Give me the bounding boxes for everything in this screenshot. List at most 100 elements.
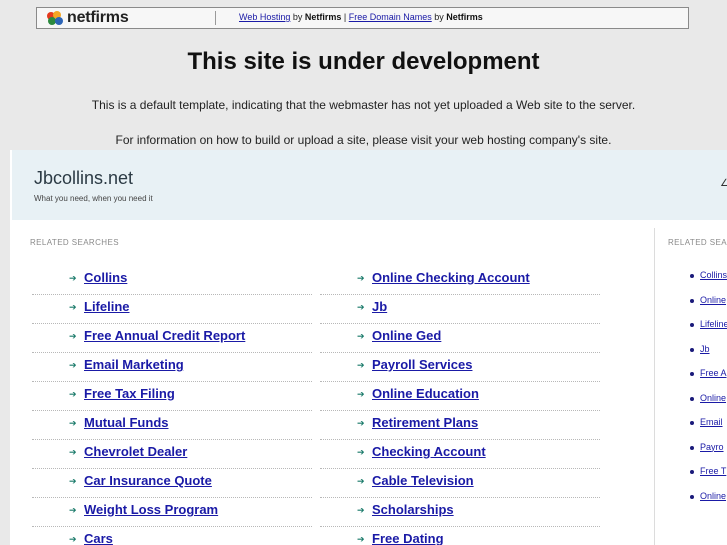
related-search-row: ➔ Online Checking Account xyxy=(320,268,600,297)
sidebar-link[interactable]: Online xyxy=(700,393,726,403)
related-search-row: ➔ Online Education xyxy=(320,384,600,413)
arrow-icon: ➔ xyxy=(357,331,365,341)
sidebar-link[interactable]: Lifeline xyxy=(700,319,727,329)
related-search-link[interactable]: Lifeline xyxy=(84,299,130,314)
row-divider xyxy=(32,352,312,353)
related-search-link[interactable]: Jb xyxy=(372,299,387,314)
related-search-row: ➔ Checking Account xyxy=(320,442,600,471)
sidebar-link[interactable]: Email xyxy=(700,417,723,427)
row-divider xyxy=(320,439,600,440)
arrow-icon: ➔ xyxy=(69,505,77,515)
related-search-link[interactable]: Email Marketing xyxy=(84,357,184,372)
related-search-row: ➔ Free Annual Credit Report xyxy=(32,326,312,355)
arrow-icon: ➔ xyxy=(69,447,77,457)
bullet-icon xyxy=(690,274,694,278)
related-search-row: ➔ Chevrolet Dealer xyxy=(32,442,312,471)
sidebar-divider xyxy=(654,228,655,545)
arrow-icon: ➔ xyxy=(69,389,77,399)
sidebar-link[interactable]: Payro xyxy=(700,442,724,452)
related-search-link[interactable]: Cable Television xyxy=(372,473,474,488)
related-search-link[interactable]: Scholarships xyxy=(372,502,454,517)
related-search-row: ➔ Collins xyxy=(32,268,312,297)
related-search-link[interactable]: Retirement Plans xyxy=(372,415,478,430)
arrow-icon: ➔ xyxy=(357,389,365,399)
related-search-link[interactable]: Free Tax Filing xyxy=(84,386,175,401)
related-search-row: ➔ Free Tax Filing xyxy=(32,384,312,413)
netfirms-logo-text: netfirms xyxy=(67,9,129,26)
related-search-row: ➔ Cable Television xyxy=(320,471,600,500)
row-divider xyxy=(320,497,600,498)
bullet-icon xyxy=(690,372,694,376)
site-title: Jbcollins.net xyxy=(34,168,134,188)
related-search-link[interactable]: Checking Account xyxy=(372,444,486,459)
row-divider xyxy=(320,468,600,469)
site-tagline: What you need, when you need it xyxy=(34,194,153,203)
arrow-icon: ➔ xyxy=(69,360,77,370)
related-search-link[interactable]: Cars xyxy=(84,531,113,545)
related-search-row: ➔ Email Marketing xyxy=(32,355,312,384)
row-divider xyxy=(32,439,312,440)
sidebar-link[interactable]: Online xyxy=(700,491,726,501)
related-search-row: ➔ Weight Loss Program xyxy=(32,500,312,529)
related-search-row: ➔ Retirement Plans xyxy=(320,413,600,442)
arrow-icon: ➔ xyxy=(357,476,365,486)
row-divider xyxy=(320,381,600,382)
row-divider xyxy=(32,468,312,469)
related-search-link[interactable]: Car Insurance Quote xyxy=(84,473,212,488)
bullet-icon xyxy=(690,421,694,425)
sidebar-link[interactable]: Jb xyxy=(700,344,710,354)
row-divider xyxy=(320,526,600,527)
sidebar-link[interactable]: Free A xyxy=(700,368,727,378)
related-search-link[interactable]: Online Checking Account xyxy=(372,270,530,285)
related-searches-left-column: ➔ Collins ➔ Lifeline ➔ Free Annual Credit Rep… xyxy=(32,268,312,545)
arrow-icon: ➔ xyxy=(69,273,77,283)
arrow-icon: ➔ xyxy=(357,360,365,370)
sidebar-link[interactable]: Collins xyxy=(700,270,727,280)
page-heading: This site is under development xyxy=(187,48,540,75)
web-hosting-link[interactable]: Web Hosting xyxy=(239,12,290,22)
related-search-link[interactable]: Online Ged xyxy=(372,328,441,343)
related-search-link[interactable]: Payroll Services xyxy=(372,357,472,372)
banner-divider xyxy=(215,11,216,25)
arrow-icon: ➔ xyxy=(357,447,365,457)
related-search-row: ➔ Cars xyxy=(32,529,312,545)
bullet-icon xyxy=(690,445,694,450)
parked-page-frame: Jbcollins.net What you need, when you ne… xyxy=(10,150,727,545)
bullet-icon xyxy=(690,470,694,474)
netfirms-logo-icon xyxy=(45,10,65,26)
related-search-link[interactable]: Mutual Funds xyxy=(84,415,169,430)
arrow-icon: ➔ xyxy=(357,273,365,283)
row-divider xyxy=(32,323,312,324)
arrow-icon: ➔ xyxy=(69,476,77,486)
related-search-link[interactable]: Collins xyxy=(84,270,127,285)
arrow-icon: ➔ xyxy=(69,418,77,428)
row-divider xyxy=(320,294,600,295)
related-search-link[interactable]: Weight Loss Program xyxy=(84,502,218,517)
bullet-icon xyxy=(690,396,694,401)
row-divider xyxy=(320,352,600,353)
header-right-glyph: ∠ xyxy=(720,178,727,189)
related-searches-side-label: RELATED SEA xyxy=(668,238,727,247)
row-divider xyxy=(32,294,312,295)
related-search-link[interactable]: Online Education xyxy=(372,386,479,401)
hosting-info-message: For information on how to build or uploa… xyxy=(115,133,612,147)
default-template-message: This is a default template, indicating t… xyxy=(91,98,636,112)
free-domain-names-link[interactable]: Free Domain Names xyxy=(349,12,432,22)
sidebar-link[interactable]: Free T xyxy=(700,466,726,476)
arrow-icon: ➔ xyxy=(357,505,365,515)
related-search-link[interactable]: Chevrolet Dealer xyxy=(84,444,187,459)
row-divider xyxy=(32,410,312,411)
related-search-row: ➔ Online Ged xyxy=(320,326,600,355)
related-search-row: ➔ Jb xyxy=(320,297,600,326)
netfirms-logo[interactable]: netfirms xyxy=(45,9,129,27)
site-header: Jbcollins.net What you need, when you ne… xyxy=(12,150,727,220)
related-search-row: ➔ Lifeline xyxy=(32,297,312,326)
banner-nav: Web Hosting by Netfirms | Free Domain Na… xyxy=(239,12,483,22)
sidebar-link[interactable]: Online xyxy=(700,295,726,305)
arrow-icon: ➔ xyxy=(69,534,77,544)
related-search-row: ➔ Scholarships xyxy=(320,500,600,529)
related-search-link[interactable]: Free Dating xyxy=(372,531,444,545)
row-divider xyxy=(32,497,312,498)
bullet-icon xyxy=(690,494,694,499)
related-search-link[interactable]: Free Annual Credit Report xyxy=(84,328,245,343)
